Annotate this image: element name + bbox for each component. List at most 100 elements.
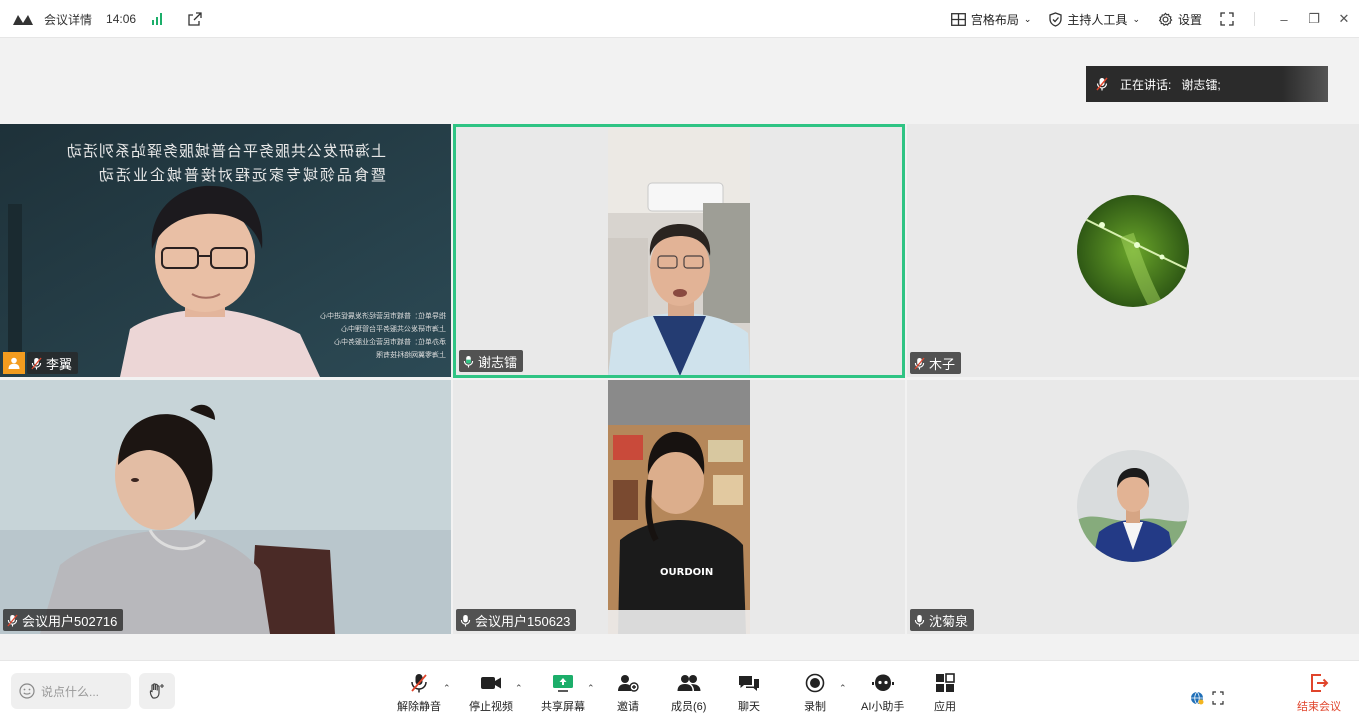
chat-input[interactable]: 说点什么... [11, 673, 131, 709]
mic-muted-icon [1096, 77, 1108, 91]
slide-footer-line: 上海零翼网络科技有限 [376, 352, 446, 359]
mic-muted-icon [914, 357, 925, 369]
video-tile[interactable]: OURDOIN 会议用户150623 [453, 380, 905, 634]
scan-icon [1212, 691, 1224, 705]
chevron-up-icon[interactable]: ⌃ [587, 683, 595, 694]
network-signal-icon[interactable] [152, 13, 163, 25]
chat-button[interactable]: 聊天 [738, 673, 760, 714]
apps-label: 应用 [934, 701, 956, 713]
apps-button[interactable]: 应用 [934, 673, 956, 714]
slide-title-line1: 上海研发公共服务平台普城服务驿站系列活动 [65, 142, 386, 160]
user-icon [8, 357, 20, 369]
video-tile[interactable]: 上海研发公共服务平台普城服务驿站系列活动 暨食品领域专家远程对接普城企业活动 指… [0, 124, 451, 377]
grid-layout-button[interactable]: 宫格布局 ⌄ [950, 11, 1032, 28]
share-screen-label: 共享屏幕 [541, 701, 585, 713]
ai-assistant-label: AI小助手 [861, 701, 905, 713]
ai-assistant-button[interactable]: AI小助手 [861, 673, 904, 714]
record-button[interactable]: 录制 [804, 673, 826, 714]
participant-name-tag: 谢志镭 [459, 350, 524, 372]
participant-name-tag: 会议用户502716 [3, 609, 124, 631]
chevron-up-icon[interactable]: ⌃ [443, 683, 451, 694]
chat-label: 聊天 [738, 701, 760, 713]
chevron-up-icon[interactable]: ⌃ [515, 683, 523, 694]
participant-name: 会议用户502716 [22, 613, 118, 629]
video-tile[interactable]: 会议用户502716 [0, 380, 451, 634]
participant-name: 沈菊泉 [929, 613, 969, 629]
invite-button[interactable]: 邀请 [617, 673, 639, 714]
svg-text:OURDOIN: OURDOIN [660, 567, 713, 578]
record-icon [805, 673, 825, 693]
emoji-icon [19, 683, 35, 699]
mic-muted-icon [31, 357, 42, 369]
stop-video-button[interactable]: 停止视频 [469, 673, 513, 714]
speaking-name: 谢志镭; [1181, 77, 1221, 92]
participant-name-tag: 李翼 [27, 352, 79, 374]
minimize-icon[interactable]: – [1269, 12, 1299, 27]
grid-icon [950, 12, 966, 26]
mic-muted-icon [411, 674, 427, 693]
chevron-down-icon: ⌄ [1132, 13, 1140, 24]
share-screen-button[interactable]: 共享屏幕 [541, 673, 585, 714]
stop-video-label: 停止视频 [469, 701, 513, 713]
chevron-down-icon: ⌄ [1023, 13, 1032, 24]
slide-footer-line: 承办单位：普城市民营企业服务中心 [334, 339, 446, 346]
participant-name: 会议用户150623 [475, 613, 571, 629]
members-icon [677, 675, 701, 691]
settings-button[interactable]: 设置 [1158, 11, 1202, 28]
mic-icon [914, 614, 925, 626]
meeting-details-link[interactable]: 会议详情 [44, 11, 92, 28]
ai-assistant-icon [871, 674, 894, 691]
connection-status [1190, 691, 1224, 705]
popout-icon[interactable] [188, 12, 202, 26]
banner-shade [1282, 66, 1328, 102]
app-logo-icon [13, 15, 33, 25]
slide-footer-line: 指导单位：普城市民营经济发展促进中心 [320, 313, 446, 320]
end-meeting-button[interactable]: 结束会议 [1297, 673, 1341, 714]
add-user-icon [618, 675, 639, 692]
end-meeting-label: 结束会议 [1297, 701, 1341, 713]
raise-hand-button[interactable] [139, 673, 175, 709]
avatar [1077, 450, 1189, 562]
globe-icon [1191, 691, 1204, 705]
mic-icon [460, 614, 471, 626]
meeting-time: 14:06 [106, 12, 137, 26]
participant-video: OURDOIN [608, 380, 750, 634]
bottom-toolbar: 说点什么... 解除静音 ⌃ 停止视频 ⌃ 共享屏幕 ⌃ 邀请 成员(6) 聊天… [0, 660, 1359, 718]
participant-name: 木子 [929, 356, 956, 372]
avatar [1077, 195, 1189, 307]
maximize-icon[interactable]: ❐ [1299, 11, 1329, 27]
exit-icon [1311, 674, 1329, 692]
hand-icon [149, 683, 164, 699]
participant-video [0, 380, 451, 634]
host-tools-label: 主持人工具 [1067, 12, 1128, 27]
host-tools-button[interactable]: 主持人工具 ⌄ [1049, 11, 1140, 28]
gear-icon [1158, 12, 1173, 26]
slide-footer-line: 上海市研发公共服务平台管理中心 [341, 326, 446, 333]
chevron-up-icon[interactable]: ⌃ [839, 683, 847, 694]
participant-video [608, 128, 750, 375]
fullscreen-icon[interactable] [1220, 12, 1234, 26]
members-label: 成员(6) [671, 701, 707, 713]
participant-name: 李翼 [46, 356, 73, 372]
members-button[interactable]: 成员(6) [671, 673, 706, 714]
video-tile[interactable]: 木子 [907, 124, 1359, 377]
chat-icon [739, 676, 759, 691]
video-grid: 上海研发公共服务平台普城服务驿站系列活动 暨食品领域专家远程对接普城企业活动 指… [0, 124, 1359, 634]
mic-muted-icon [7, 614, 18, 626]
settings-label: 设置 [1177, 12, 1202, 27]
participant-name-tag: 木子 [910, 352, 962, 374]
participant-name: 谢志镭 [478, 354, 518, 370]
chat-placeholder: 说点什么... [41, 684, 100, 699]
share-screen-icon [553, 675, 573, 692]
speaking-label: 正在讲话: [1120, 77, 1172, 92]
participant-name-tag: 沈菊泉 [910, 609, 975, 631]
close-icon[interactable]: ✕ [1329, 11, 1359, 27]
apps-grid-icon [936, 673, 955, 692]
user-badge [3, 352, 25, 374]
video-camera-icon [481, 677, 501, 689]
video-tile-active-speaker[interactable]: 谢志镭 [453, 124, 905, 378]
slide-footer: 指导单位：普城市民营经济发展促进中心 上海市研发公共服务平台管理中心 承办单位：… [296, 310, 446, 362]
video-tile[interactable]: 沈菊泉 [907, 380, 1359, 634]
divider [1254, 12, 1255, 26]
unmute-button[interactable]: 解除静音 [397, 673, 441, 714]
